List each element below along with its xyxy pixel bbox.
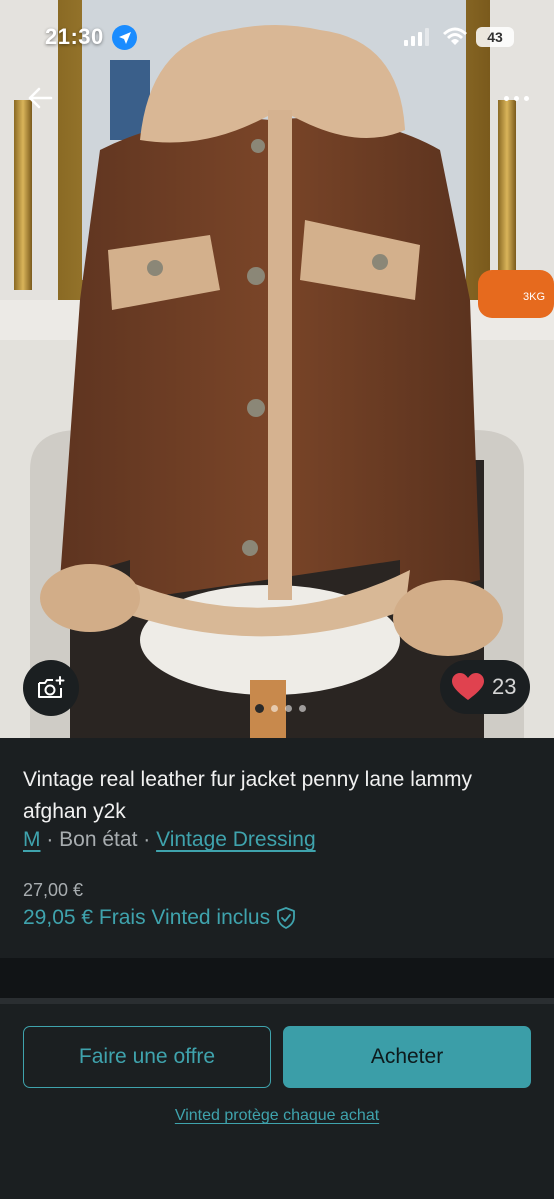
carousel-indicator	[255, 704, 306, 713]
price-with-fees[interactable]: 29,05 € Frais Vinted inclus	[23, 906, 296, 930]
carousel-dot	[271, 705, 278, 712]
buyer-protection-link[interactable]: Vinted protège chaque achat	[0, 1107, 554, 1125]
heart-icon	[452, 673, 484, 700]
item-title: Vintage real leather fur jacket penny la…	[23, 768, 473, 823]
favorite-button[interactable]: 23	[440, 660, 530, 714]
cellular-signal-icon	[404, 28, 430, 51]
status-time: 21:30	[45, 24, 104, 49]
dumbbell-label: 3KG	[523, 291, 545, 303]
bottom-action-bar: Faire une offre Acheter Vinted protège c…	[0, 1004, 554, 1199]
price-with-fees-text: 29,05 € Frais Vinted inclus	[23, 906, 271, 929]
meta-separator: ·	[40, 828, 60, 851]
location-arrow-icon	[112, 25, 137, 50]
size-link[interactable]: M	[23, 828, 41, 851]
meta-separator: ·	[137, 828, 157, 851]
jacket-photo-image: 3KG	[0, 0, 554, 738]
product-photo[interactable]: 3KG 21:30 43 23	[0, 0, 554, 738]
buy-button[interactable]: Acheter	[283, 1026, 531, 1088]
carousel-dot	[285, 705, 292, 712]
carousel-dot	[299, 705, 306, 712]
carousel-dot	[255, 704, 264, 713]
condition-text: Bon état	[59, 828, 138, 851]
battery-indicator: 43	[476, 27, 514, 47]
item-price: 27,00 €	[23, 880, 84, 900]
status-bar: 21:30 43	[0, 0, 554, 72]
brand-link[interactable]: Vintage Dressing	[156, 828, 316, 851]
favorite-count: 23	[492, 674, 517, 699]
back-arrow-icon[interactable]	[22, 80, 58, 116]
wifi-icon	[442, 26, 468, 51]
shield-check-icon	[277, 907, 295, 929]
make-offer-button[interactable]: Faire une offre	[23, 1026, 271, 1088]
more-horizontal-icon[interactable]	[496, 86, 536, 110]
item-details: Vintage real leather fur jacket penny la…	[0, 738, 554, 958]
item-meta: M · Bon état · Vintage Dressing	[23, 828, 316, 852]
camera-plus-icon[interactable]	[23, 660, 79, 716]
section-gap	[0, 958, 554, 998]
